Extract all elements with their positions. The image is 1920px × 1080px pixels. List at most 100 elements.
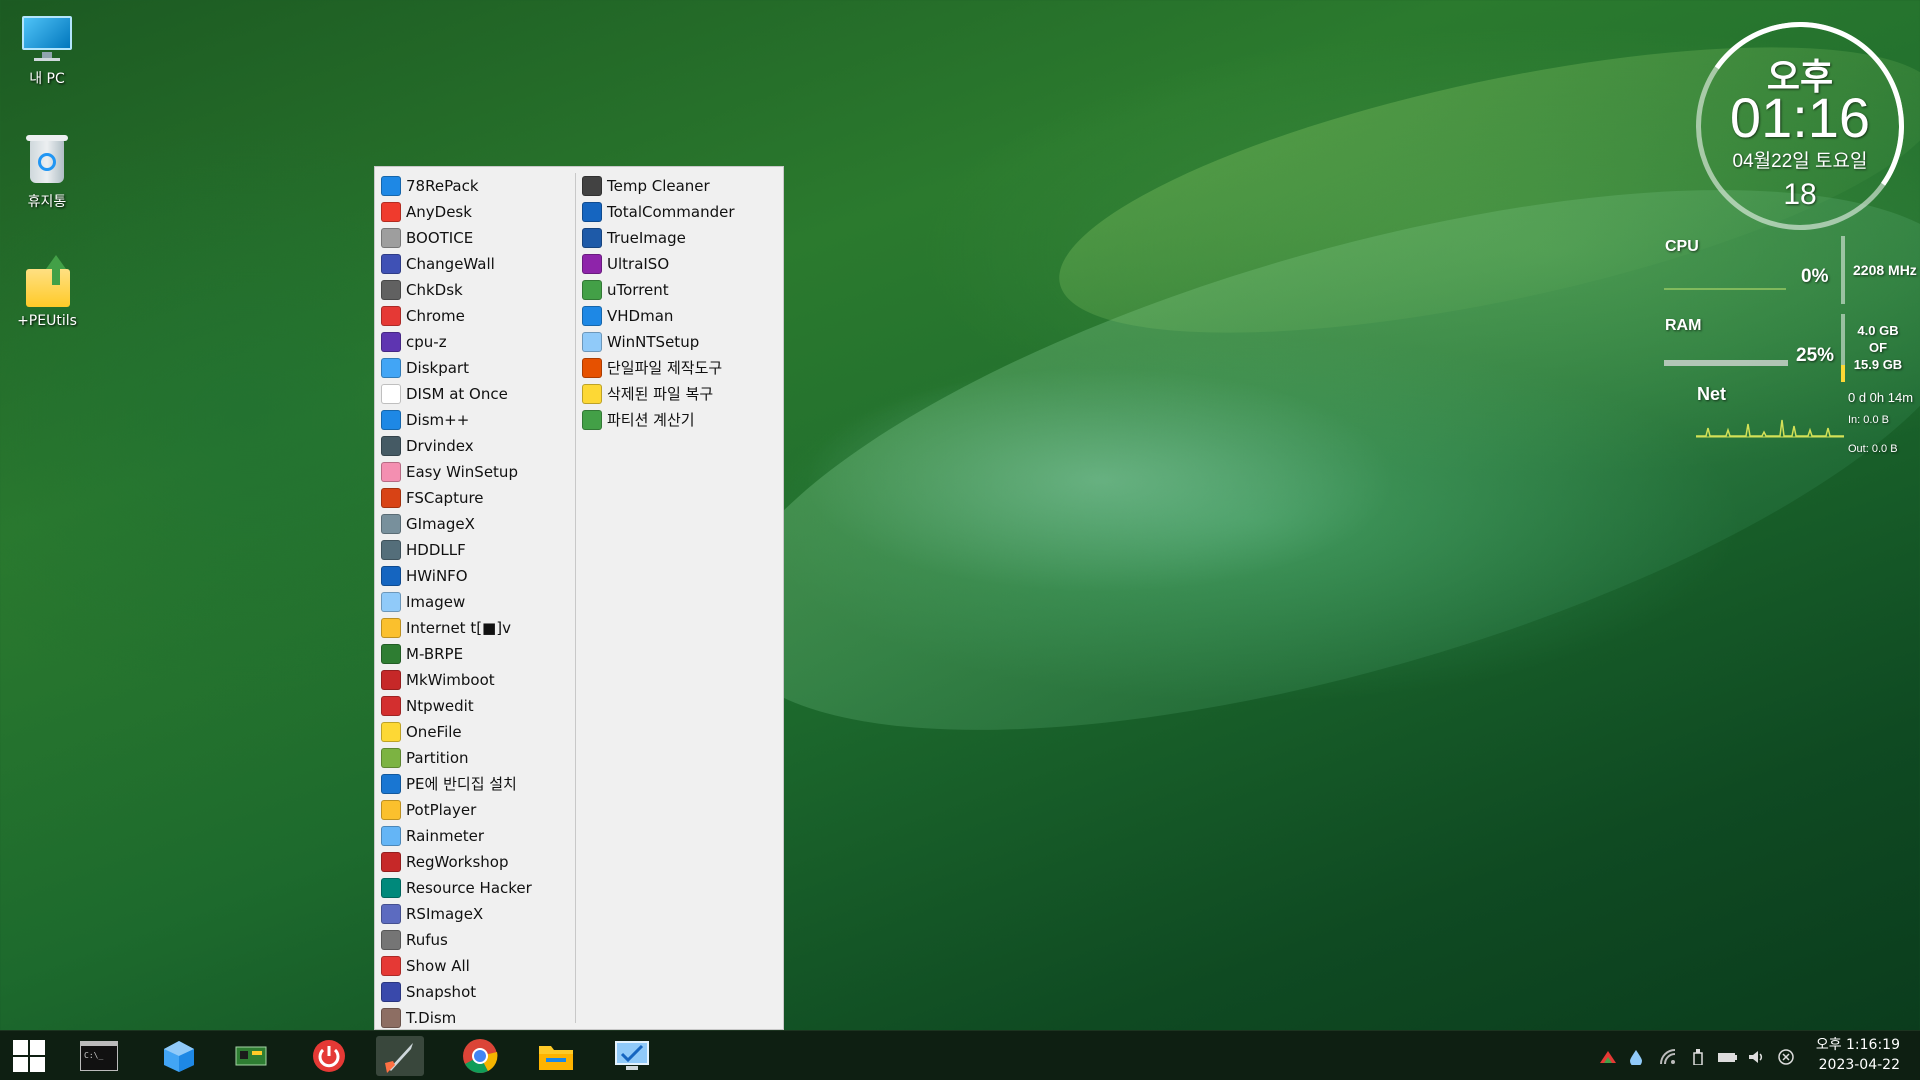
menu-item-chkdsk[interactable]: ChkDsk xyxy=(375,277,575,303)
menu-item-internet-t-v[interactable]: Internet t[■]v xyxy=(375,615,575,641)
menu-item-label: Resource Hacker xyxy=(406,879,532,897)
cpu-graph xyxy=(1664,288,1786,290)
desktop-icon-my-pc[interactable]: 내 PC xyxy=(7,10,87,88)
menu-item-gimagex[interactable]: GImageX xyxy=(375,511,575,537)
usb-drive-icon[interactable] xyxy=(1690,1049,1706,1065)
menu-item-pe에-반디집-설치[interactable]: PE에 반디집 설치 xyxy=(375,771,575,797)
power-button[interactable] xyxy=(308,1036,350,1076)
menu-item-mkwimboot[interactable]: MkWimboot xyxy=(375,667,575,693)
menu-item-ultraiso[interactable]: UltraISO xyxy=(576,251,783,277)
red-arrow-icon[interactable] xyxy=(1600,1049,1616,1065)
app-icon xyxy=(582,358,602,378)
menu-item-label: PE에 반디집 설치 xyxy=(406,775,517,793)
desktop-icon-peutils[interactable]: +PEUtils xyxy=(7,255,87,329)
menu-item-regworkshop[interactable]: RegWorkshop xyxy=(375,849,575,875)
menu-item-t-dism[interactable]: T.Dism xyxy=(375,1005,575,1031)
battery-icon[interactable] xyxy=(1718,1049,1738,1065)
chrome-button[interactable] xyxy=(459,1036,501,1076)
app-icon xyxy=(381,384,401,404)
menu-item-cpu-z[interactable]: cpu-z xyxy=(375,329,575,355)
menu-item-ntpwedit[interactable]: Ntpwedit xyxy=(375,693,575,719)
menu-item-dism-at-once[interactable]: DISM at Once xyxy=(375,381,575,407)
cmd-button[interactable]: C:\_ xyxy=(78,1036,120,1076)
menu-item-label: Partition xyxy=(406,749,469,767)
menu-item-changewall[interactable]: ChangeWall xyxy=(375,251,575,277)
close-circle-icon[interactable] xyxy=(1778,1049,1794,1065)
menu-item-삭제된-파일-복구[interactable]: 삭제된 파일 복구 xyxy=(576,381,783,407)
menu-item-totalcommander[interactable]: TotalCommander xyxy=(576,199,783,225)
menu-item-snapshot[interactable]: Snapshot xyxy=(375,979,575,1005)
taskbar-clock[interactable]: 오후 1:16:19 2023-04-22 xyxy=(1816,1035,1900,1075)
cube-app-button[interactable] xyxy=(158,1036,200,1076)
menu-item-m-brpe[interactable]: M-BRPE xyxy=(375,641,575,667)
menu-item-easy-winsetup[interactable]: Easy WinSetup xyxy=(375,459,575,485)
menu-item-onefile[interactable]: OneFile xyxy=(375,719,575,745)
menu-item-hwinfo[interactable]: HWiNFO xyxy=(375,563,575,589)
remote-desktop-icon xyxy=(615,1041,649,1070)
app-icon xyxy=(582,332,602,352)
menu-item-drvindex[interactable]: Drvindex xyxy=(375,433,575,459)
menu-item-rsimagex[interactable]: RSImageX xyxy=(375,901,575,927)
app-icon xyxy=(582,410,602,430)
menu-item-label: UltraISO xyxy=(607,255,670,273)
menu-item-label: Ntpwedit xyxy=(406,697,474,715)
app-icon xyxy=(381,280,401,300)
menu-item-anydesk[interactable]: AnyDesk xyxy=(375,199,575,225)
menu-item-78repack[interactable]: 78RePack xyxy=(375,173,575,199)
desktop-icon-label: 내 PC xyxy=(29,71,65,87)
menu-item-label: VHDman xyxy=(607,307,674,325)
menu-item-chrome[interactable]: Chrome xyxy=(375,303,575,329)
menu-item-trueimage[interactable]: TrueImage xyxy=(576,225,783,251)
taskbar-date: 2023-04-22 xyxy=(1818,1057,1900,1073)
cube-icon xyxy=(164,1041,194,1072)
app-icon xyxy=(381,1008,401,1028)
explorer-button[interactable] xyxy=(535,1036,577,1076)
menu-item-imagew[interactable]: Imagew xyxy=(375,589,575,615)
menu-item-파티션-계산기[interactable]: 파티션 계산기 xyxy=(576,407,783,433)
app-icon xyxy=(381,852,401,872)
menu-item-label: MkWimboot xyxy=(406,671,495,689)
chrome-icon xyxy=(463,1039,498,1073)
menu-item-label: TotalCommander xyxy=(607,203,735,221)
start-button[interactable] xyxy=(8,1036,50,1076)
start-menu-column-2: Temp Cleaner TotalCommander TrueImage Ultra… xyxy=(575,173,783,1023)
menu-item-bootice[interactable]: BOOTICE xyxy=(375,225,575,251)
menu-item-rainmeter[interactable]: Rainmeter xyxy=(375,823,575,849)
menu-item-label: OneFile xyxy=(406,723,462,741)
menu-item-hddllf[interactable]: HDDLLF xyxy=(375,537,575,563)
menu-item-단일파일-제작도구[interactable]: 단일파일 제작도구 xyxy=(576,355,783,381)
menu-item-utorrent[interactable]: uTorrent xyxy=(576,277,783,303)
menu-item-dism[interactable]: Dism++ xyxy=(375,407,575,433)
network-icon[interactable] xyxy=(1660,1049,1676,1065)
app-icon xyxy=(381,722,401,742)
cpu-percent: 0% xyxy=(1801,266,1829,287)
menu-item-temp-cleaner[interactable]: Temp Cleaner xyxy=(576,173,783,199)
rainmeter-icon[interactable] xyxy=(1628,1049,1644,1065)
hardware-button[interactable] xyxy=(230,1036,272,1076)
menu-item-potplayer[interactable]: PotPlayer xyxy=(375,797,575,823)
menu-item-rufus[interactable]: Rufus xyxy=(375,927,575,953)
app-icon xyxy=(381,800,401,820)
remote-desktop-button[interactable] xyxy=(611,1036,653,1076)
menu-item-vhdman[interactable]: VHDman xyxy=(576,303,783,329)
desktop-icon-recycle-bin[interactable]: 휴지통 xyxy=(7,133,87,211)
app-icon xyxy=(381,592,401,612)
app-icon xyxy=(381,644,401,664)
menu-item-label: 78RePack xyxy=(406,177,479,195)
menu-item-fscapture[interactable]: FSCapture xyxy=(375,485,575,511)
menu-item-partition[interactable]: Partition xyxy=(375,745,575,771)
menu-item-winntsetup[interactable]: WinNTSetup xyxy=(576,329,783,355)
menu-item-show-all[interactable]: Show All xyxy=(375,953,575,979)
launcher-button[interactable] xyxy=(376,1036,424,1076)
cpu-label: CPU xyxy=(1665,238,1699,255)
app-icon xyxy=(381,514,401,534)
app-icon xyxy=(582,384,602,404)
menu-item-label: ChangeWall xyxy=(406,255,495,273)
menu-item-resource-hacker[interactable]: Resource Hacker xyxy=(375,875,575,901)
menu-item-label: Imagew xyxy=(406,593,466,611)
volume-icon[interactable] xyxy=(1748,1049,1764,1065)
menu-item-diskpart[interactable]: Diskpart xyxy=(375,355,575,381)
ram-load-bar-fill xyxy=(1841,365,1845,382)
app-icon xyxy=(381,618,401,638)
menu-item-label: Temp Cleaner xyxy=(607,177,710,195)
